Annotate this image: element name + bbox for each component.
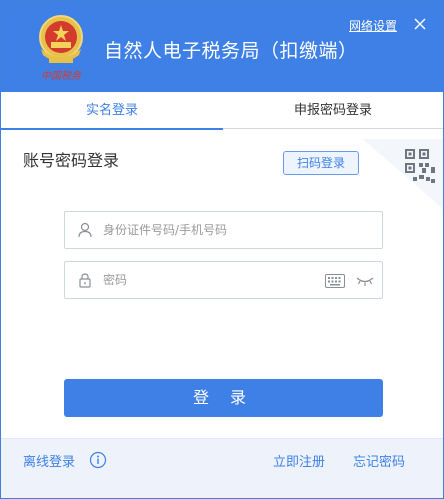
- hide-password-icon[interactable]: [355, 275, 375, 287]
- forgot-password-link[interactable]: 忘记密码: [353, 451, 405, 470]
- login-button[interactable]: 登 录: [64, 379, 383, 417]
- login-tabs: 实名登录 申报密码登录: [1, 92, 443, 130]
- lock-icon: [79, 273, 91, 288]
- qr-code-icon[interactable]: [363, 139, 443, 209]
- username-input[interactable]: [103, 212, 343, 248]
- app-title: 自然人电子税务局（扣缴端）: [104, 40, 358, 62]
- svg-text:中国税务: 中国税务: [41, 70, 82, 82]
- register-link[interactable]: 立即注册: [273, 451, 325, 470]
- title-bar: 中国税务 自然人电子税务局（扣缴端） 网络设置: [1, 1, 443, 92]
- username-field: [64, 211, 383, 249]
- offline-login-link[interactable]: 离线登录: [23, 451, 75, 470]
- tab-real-name-login[interactable]: 实名登录: [1, 92, 223, 130]
- tax-emblem-icon: 中国税务: [39, 15, 83, 82]
- login-window: 中国税务 自然人电子税务局（扣缴端） 网络设置 实名登录 申报密码登录 账号密码…: [0, 0, 444, 499]
- info-icon[interactable]: [89, 451, 107, 469]
- tab-declaration-password-login[interactable]: 申报密码登录: [223, 92, 443, 129]
- password-input[interactable]: [103, 262, 343, 298]
- user-icon: [78, 222, 92, 238]
- keyboard-icon[interactable]: [325, 274, 345, 288]
- network-settings-link[interactable]: 网络设置: [349, 17, 397, 34]
- scan-login-button[interactable]: 扫码登录: [283, 151, 359, 175]
- close-icon[interactable]: [412, 16, 428, 32]
- footer-bar: 离线登录 立即注册 忘记密码: [1, 438, 443, 498]
- password-field: [64, 261, 383, 299]
- login-heading: 账号密码登录: [23, 151, 120, 170]
